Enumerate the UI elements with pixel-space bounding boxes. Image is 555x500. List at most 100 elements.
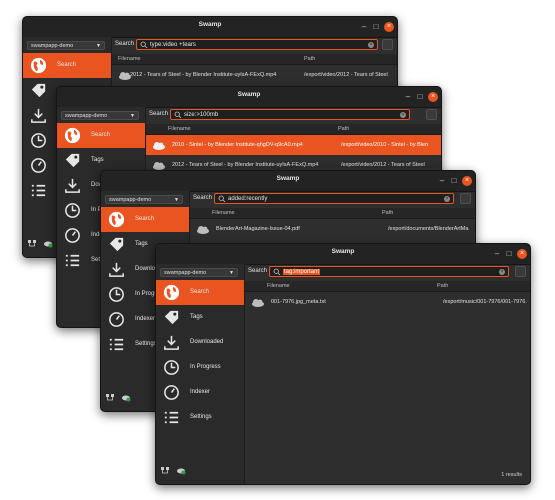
gauge-icon (164, 385, 179, 400)
nav-item-search[interactable]: Search (57, 123, 145, 148)
list-icon (164, 411, 179, 424)
search-query: added:recently (228, 196, 268, 202)
search-query: size:>100mb (184, 112, 219, 118)
tag-icon (31, 83, 46, 98)
globe-icon (64, 127, 81, 144)
clock-icon (65, 203, 80, 218)
project-selector[interactable]: swampapp-demo ▼ (105, 195, 183, 204)
minimize-icon[interactable]: – (403, 92, 413, 102)
column-path[interactable]: Path (338, 126, 349, 132)
table-row[interactable]: 001-7976.jpg_meta.txt /export/music/001-… (245, 292, 530, 312)
gauge-icon (109, 312, 124, 327)
nav-label: Tags (135, 241, 148, 247)
cloud-icon (153, 162, 165, 170)
maximize-icon[interactable]: □ (371, 22, 381, 32)
column-filename[interactable]: Filename (118, 56, 141, 62)
tag-icon (164, 310, 179, 325)
nav-label: Tags (190, 314, 203, 320)
nav-item-indexer[interactable]: Indexer (156, 380, 244, 405)
table-row[interactable]: BlenderArt-Magazine-Issue-04.pdf /export… (190, 219, 475, 239)
minimize-icon[interactable]: – (437, 176, 447, 186)
search-icon (174, 111, 182, 119)
table-row[interactable]: 2010 - Sintel - by Blender Institute-qhg… (146, 135, 441, 155)
clear-search-icon[interactable]: × (444, 195, 450, 202)
cloud-icon (252, 299, 264, 307)
nav-item-search[interactable]: Search (23, 53, 111, 78)
nav-item-settings[interactable]: Settings (156, 405, 244, 430)
nav-item-search[interactable]: Search (101, 207, 189, 232)
search-options-button[interactable] (460, 193, 471, 204)
cloud-status-icon[interactable] (176, 462, 186, 475)
clear-search-icon[interactable]: × (400, 111, 406, 118)
sidebar: swampapp-demo ▼ Search Tags Downloaded I… (156, 264, 245, 484)
search-query: tag:important (283, 268, 321, 276)
close-icon[interactable]: × (462, 176, 472, 186)
search-input[interactable]: added:recently × (214, 193, 454, 204)
table-header: Filename Path (146, 124, 441, 135)
maximize-icon[interactable]: □ (415, 92, 425, 102)
project-name: swampapp-demo (65, 113, 108, 119)
search-options-button[interactable] (515, 266, 526, 277)
chevron-down-icon: ▼ (174, 197, 179, 203)
results-count: 1 results (501, 472, 522, 478)
maximize-icon[interactable]: □ (504, 249, 514, 259)
chevron-down-icon: ▼ (96, 43, 101, 49)
column-filename[interactable]: Filename (267, 283, 290, 289)
network-icon[interactable] (27, 235, 37, 247)
search-input[interactable]: tag:important × (269, 266, 509, 277)
cloud-icon (153, 142, 165, 150)
close-icon[interactable]: × (428, 92, 438, 102)
table-row[interactable]: 2012 - Tears of Steel - by Blender Insti… (112, 65, 397, 85)
globe-icon (108, 211, 125, 228)
window-title: Swamp (276, 175, 300, 182)
clear-search-icon[interactable]: × (499, 268, 505, 275)
project-selector[interactable]: swampapp-demo ▼ (27, 41, 105, 50)
search-input[interactable]: size:>100mb × (170, 109, 410, 120)
minimize-icon[interactable]: – (359, 22, 369, 32)
search-input[interactable]: type:video +tears × (136, 39, 378, 50)
nav-item-in-progress[interactable]: In Progress (156, 355, 244, 380)
titlebar[interactable]: Swamp – □ × (23, 17, 397, 38)
network-icon[interactable] (105, 389, 115, 401)
column-path[interactable]: Path (382, 210, 393, 216)
column-filename[interactable]: Filename (212, 210, 235, 216)
gauge-icon (31, 158, 46, 173)
cloud-status-icon[interactable] (121, 389, 131, 402)
close-icon[interactable]: × (517, 249, 527, 259)
globe-icon (163, 284, 180, 301)
window-title: Swamp (237, 91, 261, 98)
row-filename: BlenderArt-Magazine-Issue-04.pdf (216, 226, 300, 232)
table-header: Filename Path (190, 208, 475, 219)
row-filename: 2012 - Tears of Steel - by Blender Insti… (172, 162, 319, 168)
row-filename: 2012 - Tears of Steel - by Blender Insti… (130, 72, 277, 78)
cloud-status-icon[interactable] (43, 235, 53, 248)
titlebar[interactable]: Swamp – □ × (57, 87, 441, 108)
minimize-icon[interactable]: – (492, 249, 502, 259)
nav-item-tags[interactable]: Tags (156, 305, 244, 330)
network-icon[interactable] (160, 462, 170, 474)
search-icon (218, 195, 226, 203)
column-path[interactable]: Path (304, 56, 315, 62)
globe-icon (30, 57, 47, 74)
search-label: Search (193, 195, 213, 201)
titlebar[interactable]: Swamp – □ × (101, 171, 475, 192)
nav-item-search[interactable]: Search (156, 280, 244, 305)
clock-icon (164, 360, 179, 375)
nav-item-downloaded[interactable]: Downloaded (156, 330, 244, 355)
table-header: Filename Path (245, 281, 530, 292)
window-4: Swamp – □ × swampapp-demo ▼ Search Tags … (155, 243, 531, 485)
nav-label: Downloaded (190, 339, 224, 345)
column-filename[interactable]: Filename (168, 126, 191, 132)
nav-label: Tags (91, 157, 104, 163)
nav-label: Settings (135, 341, 157, 347)
close-icon[interactable]: × (384, 22, 394, 32)
search-options-button[interactable] (426, 109, 437, 120)
column-path[interactable]: Path (437, 283, 448, 289)
search-options-button[interactable] (382, 39, 393, 50)
maximize-icon[interactable]: □ (449, 176, 459, 186)
project-selector[interactable]: swampapp-demo ▼ (61, 111, 139, 120)
clear-search-icon[interactable]: × (368, 41, 374, 48)
cloud-icon (197, 226, 209, 234)
titlebar[interactable]: Swamp – □ × (156, 244, 530, 265)
project-selector[interactable]: swampapp-demo ▼ (160, 268, 238, 277)
